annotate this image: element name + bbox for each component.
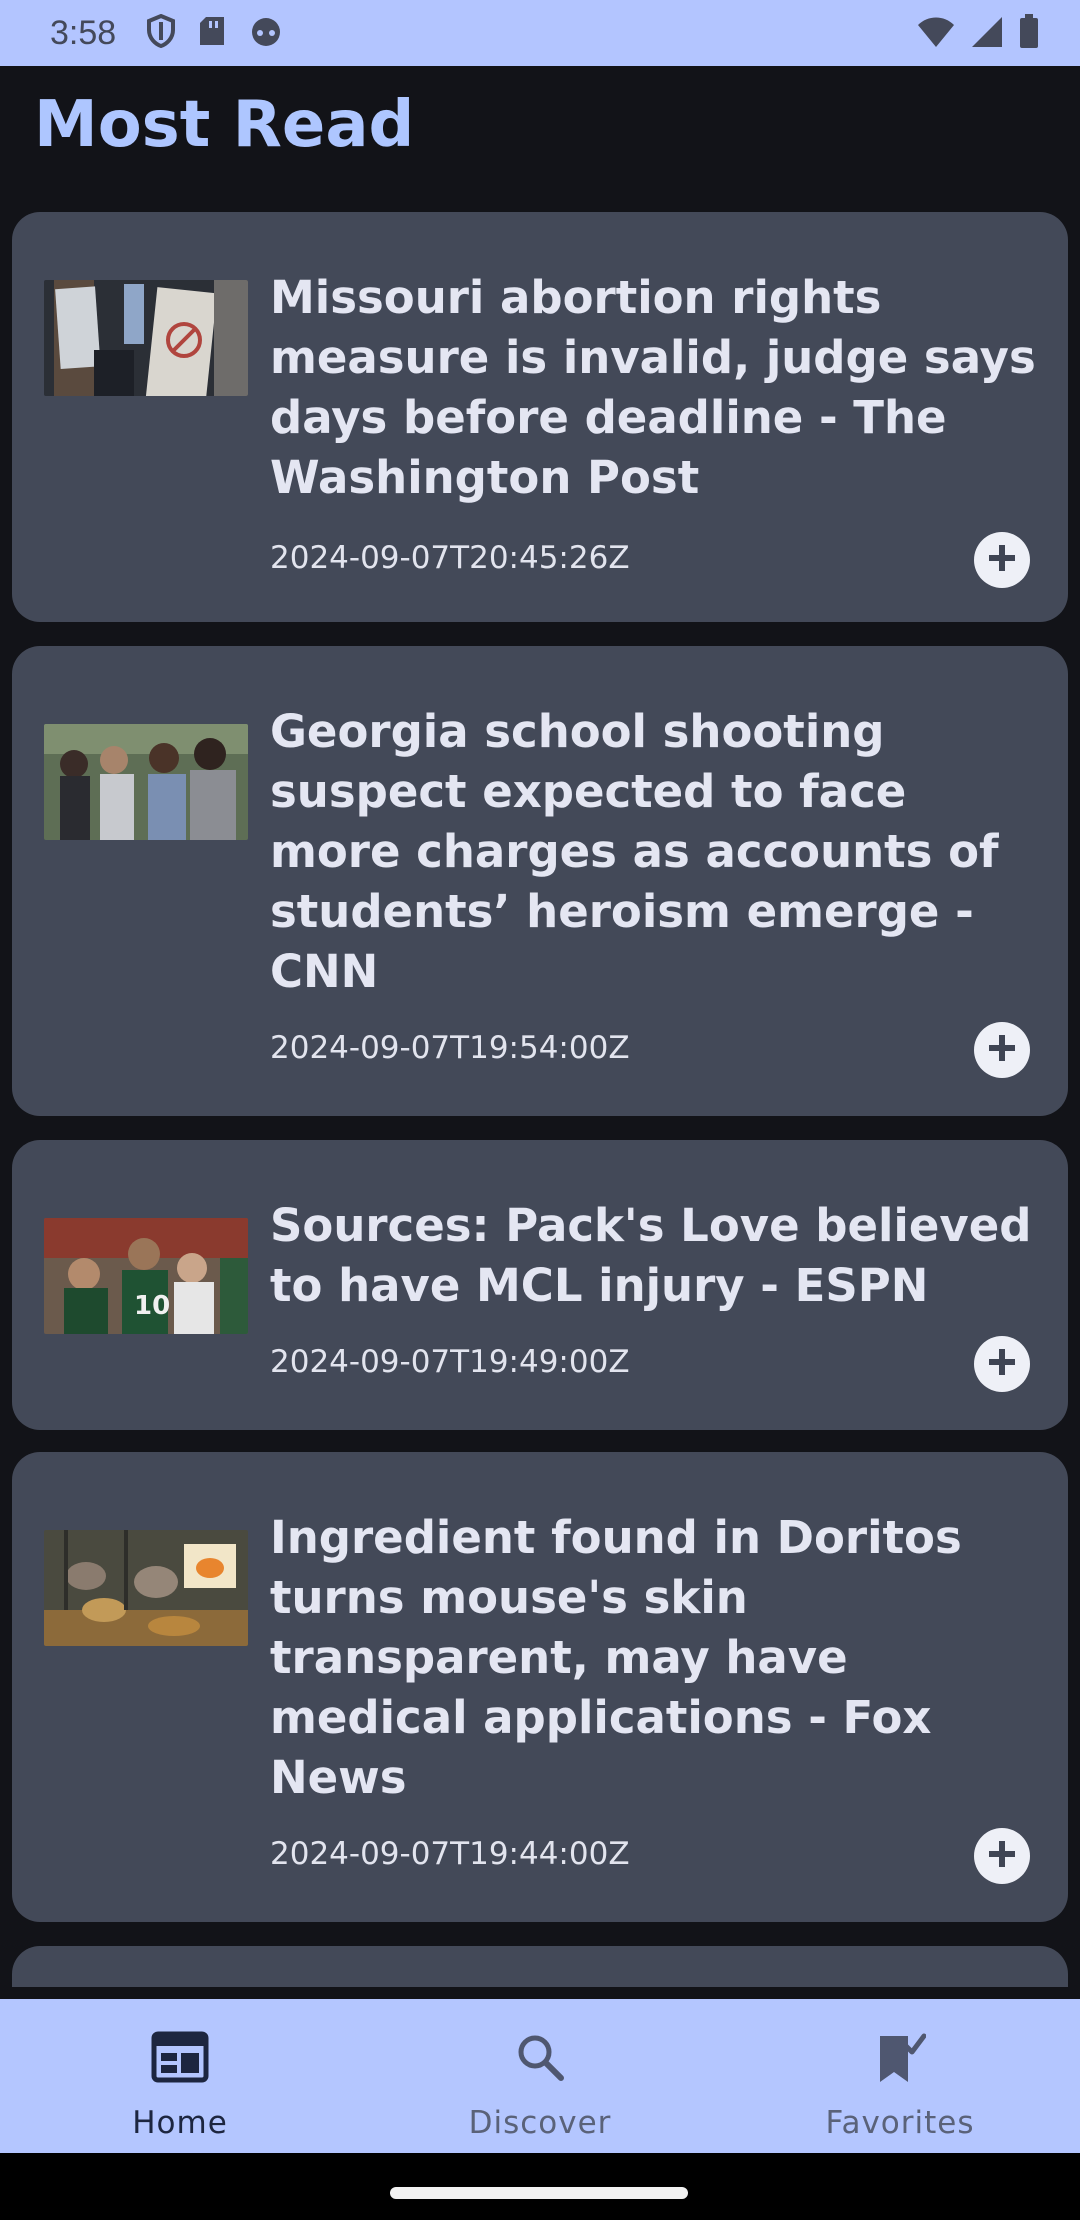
bookmark-check-icon	[870, 2027, 930, 2087]
article-thumbnail	[44, 280, 248, 396]
wifi-icon	[916, 15, 956, 53]
article-thumbnail	[44, 724, 248, 840]
article-date: 2024-09-07T19:54:00Z	[270, 1030, 630, 1066]
article-card[interactable]: Ingredient found in Doritos turns mouse'…	[12, 1452, 1068, 1922]
svg-text:10: 10	[134, 1291, 170, 1321]
add-favorite-button[interactable]	[974, 1828, 1030, 1884]
home-news-icon	[150, 2027, 210, 2087]
status-bar: 3:58	[0, 0, 1080, 66]
battery-icon	[1018, 14, 1040, 54]
cell-signal-icon	[970, 15, 1004, 53]
nav-discover-label: Discover	[468, 2105, 612, 2141]
article-card[interactable]	[12, 1946, 1068, 1987]
article-card[interactable]: 10 Sources: Pack's Love believed to have…	[12, 1140, 1068, 1430]
article-title[interactable]: Missouri abortion rights measure is inva…	[270, 268, 1050, 508]
article-date: 2024-09-07T20:45:26Z	[270, 540, 630, 576]
search-icon	[510, 2027, 570, 2087]
article-date: 2024-09-07T19:44:00Z	[270, 1836, 630, 1872]
plus-icon	[987, 543, 1017, 577]
sd-card-icon	[198, 15, 226, 51]
nav-favorites[interactable]: Favorites	[720, 1999, 1080, 2153]
article-thumbnail: 10	[44, 1218, 248, 1334]
shield-icon	[146, 13, 176, 52]
article-feed[interactable]: Missouri abortion rights measure is inva…	[0, 212, 1080, 1987]
nav-discover[interactable]: Discover	[360, 1999, 720, 2153]
plus-icon	[987, 1347, 1017, 1381]
status-time: 3:58	[50, 13, 117, 52]
bottom-navigation: Home Discover Favorites	[0, 1999, 1080, 2153]
nav-favorites-label: Favorites	[825, 2105, 975, 2141]
article-title[interactable]: Sources: Pack's Love believed to have MC…	[270, 1196, 1050, 1316]
article-card[interactable]: Georgia school shooting suspect expected…	[12, 646, 1068, 1116]
system-gesture-area	[0, 2153, 1080, 2220]
add-favorite-button[interactable]	[974, 532, 1030, 588]
plus-icon	[987, 1839, 1017, 1873]
home-gesture-handle[interactable]	[390, 2187, 688, 2199]
article-title[interactable]: Ingredient found in Doritos turns mouse'…	[270, 1508, 1050, 1808]
add-favorite-button[interactable]	[974, 1022, 1030, 1078]
add-favorite-button[interactable]	[974, 1336, 1030, 1392]
article-card[interactable]: Missouri abortion rights measure is inva…	[12, 212, 1068, 622]
article-date: 2024-09-07T19:49:00Z	[270, 1344, 630, 1380]
android-face-icon	[248, 15, 284, 51]
plus-icon	[987, 1033, 1017, 1067]
nav-home-label: Home	[132, 2105, 228, 2141]
article-thumbnail	[44, 1530, 248, 1646]
page-title: Most Read	[34, 88, 415, 162]
article-title[interactable]: Georgia school shooting suspect expected…	[270, 702, 1050, 1002]
nav-home[interactable]: Home	[0, 1999, 360, 2153]
